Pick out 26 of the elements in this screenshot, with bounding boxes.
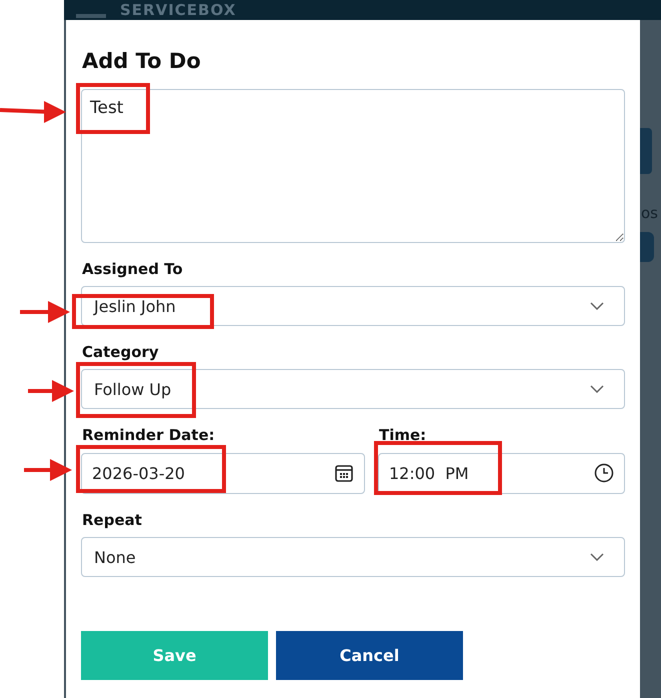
chevron-down-icon [590,385,604,393]
select-value: Jeslin John [94,296,176,316]
annotation-arrow [20,301,70,323]
field-label: Reminder Date: [82,426,215,444]
chevron-down-icon [590,302,604,310]
chevron-down-icon [590,553,604,561]
dialog-title: Add To Do [82,48,202,74]
select-value: Follow Up [94,380,172,398]
annotation-arrow [24,459,72,481]
select-field[interactable]: Follow Up [81,369,625,409]
select-field[interactable]: Jeslin John [81,286,625,326]
date-field[interactable]: 2026-03-20 [81,453,365,494]
time-field[interactable]: 12:00 PM [378,453,625,494]
field-label: Time: [379,426,426,444]
field-label: Category [82,343,160,361]
select-field[interactable]: None [81,537,625,577]
app-logo: SERVICEBOX [120,1,236,19]
annotation-arrow [28,380,74,402]
cancel-button[interactable]: Cancel [276,631,463,680]
annotation-arrow [0,101,66,123]
field-label: Assigned To [82,260,184,278]
field-label: Repeat [82,511,142,529]
clock-icon[interactable] [594,463,614,483]
select-value: None [94,548,136,566]
calendar-icon[interactable] [334,463,354,483]
description-field[interactable]: Test [81,89,625,243]
